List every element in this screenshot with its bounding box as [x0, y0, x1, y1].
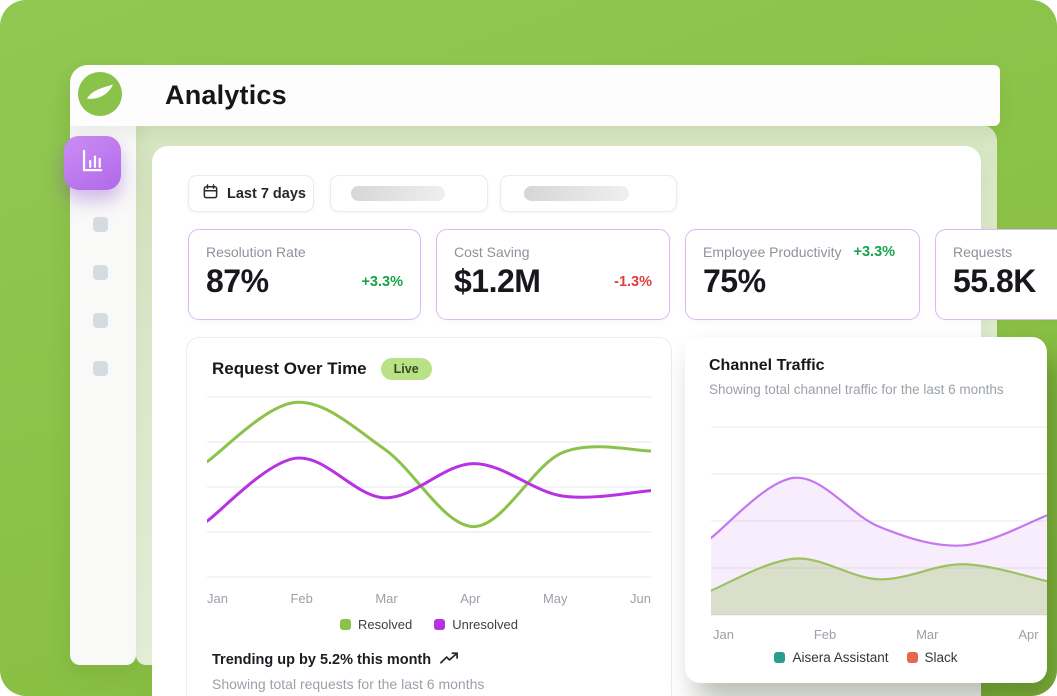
channel-traffic-chart [711, 426, 1047, 616]
sidebar-item-analytics[interactable] [64, 136, 121, 190]
chart-title: Channel Traffic [709, 357, 825, 374]
page-title: Analytics [165, 80, 287, 110]
chart-footer: Trending up by 5.2% this month Showing t… [207, 651, 651, 692]
aisera-leaf-logo [78, 72, 122, 116]
chart-title: Request Over Time [212, 359, 367, 378]
stat-value: 87% [206, 263, 269, 299]
sidebar [64, 65, 136, 665]
chart-legend: Aisera Assistant Slack [685, 650, 1047, 665]
unresolved-swatch [434, 619, 446, 630]
date-range-label: Last 7 days [227, 185, 306, 202]
date-range-button[interactable]: Last 7 days [188, 175, 314, 212]
calendar-icon [202, 183, 219, 204]
skeleton-pill [523, 186, 629, 201]
page-header: Analytics [70, 65, 1000, 126]
x-axis-labels: JanFeb MarApr May [713, 627, 1039, 642]
trend-summary: Trending up by 5.2% this month [212, 652, 432, 668]
chart-subtitle: Showing total channel traffic for the la… [709, 382, 1004, 397]
stat-label: Requests [953, 244, 1013, 260]
sidebar-item-placeholder-1[interactable] [93, 217, 108, 232]
slack-swatch [906, 652, 918, 663]
main-content-card: Last 7 days Resolution Rate 87% +3.3% Co… [152, 146, 1057, 696]
app-window: Analytics Last 7 days Resolution Rate 87… [0, 0, 1057, 696]
skeleton-pill [351, 186, 445, 201]
resolved-swatch [340, 619, 352, 630]
sidebar-item-placeholder-4[interactable] [93, 361, 108, 376]
sidebar-item-placeholder-3[interactable] [93, 313, 108, 328]
stat-card-employee-productivity: Employee Productivity +3.3% 75% [685, 229, 920, 320]
stat-card-resolution-rate: Resolution Rate 87% +3.3% [188, 229, 421, 320]
stat-label: Resolution Rate [206, 244, 306, 260]
stat-value: $1.2M [454, 263, 541, 299]
stat-label: Cost Saving [454, 244, 530, 260]
request-over-time-chart [207, 396, 651, 578]
stat-delta: -1.3% [614, 273, 652, 290]
chart-legend: Resolved Unresolved [207, 617, 651, 632]
stat-delta: +3.3% [853, 244, 896, 260]
aisera-assistant-swatch [774, 652, 786, 663]
channel-traffic-card: Channel Traffic Showing total channel tr… [685, 337, 1047, 683]
stat-delta: +3.3% [361, 273, 403, 290]
bar-chart-icon [79, 147, 106, 179]
x-axis-labels: Jan Feb Mar Apr May Jun [207, 591, 651, 606]
stat-card-cost-saving: Cost Saving $1.2M -1.3% [436, 229, 670, 320]
stat-value: 75% [703, 263, 766, 299]
sidebar-item-placeholder-2[interactable] [93, 265, 108, 280]
stat-card-requests: Requests 55.8K [935, 229, 1057, 320]
request-over-time-card: Request Over Time Live Jan Feb Mar Apr May… [186, 337, 672, 696]
trending-up-icon [440, 651, 459, 669]
filter-placeholder-button-2[interactable] [500, 175, 677, 212]
live-badge: Live [380, 358, 432, 380]
filter-placeholder-button-1[interactable] [330, 175, 488, 212]
chart-subtext: Showing total requests for the last 6 mo… [212, 676, 485, 692]
stat-value: 55.8K [953, 263, 1036, 299]
stat-label: Employee Productivity [703, 244, 842, 260]
